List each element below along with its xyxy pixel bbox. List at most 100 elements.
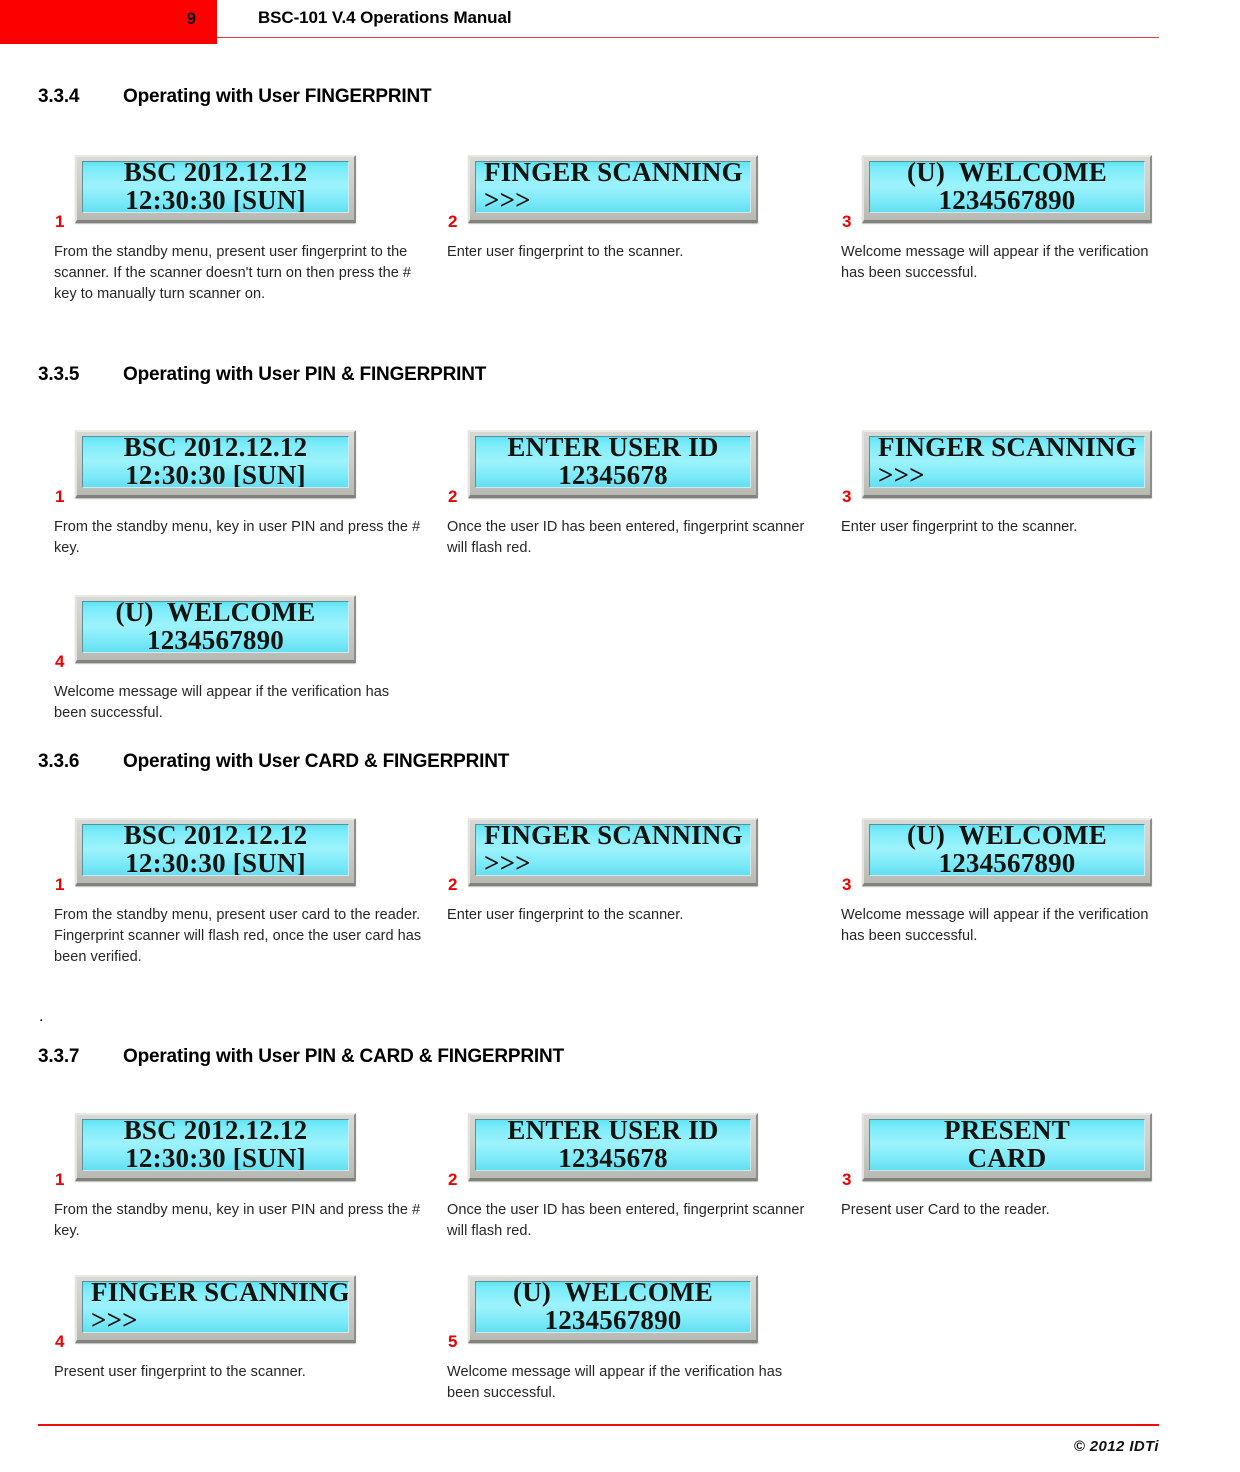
step-caption: Enter user fingerprint to the scanner.	[447, 907, 684, 923]
lcd-line-2: 12:30:30 [SUN]	[125, 1143, 306, 1171]
lcd-screen: FINGER SCANNING >>>	[475, 824, 751, 876]
step-caption: From the standby menu, present user card…	[54, 907, 422, 965]
lcd-line-2: 12:30:30 [SUN]	[125, 185, 306, 213]
lcd-line-1: (U) WELCOME	[115, 601, 316, 628]
step-item: (U) WELCOME 1234567890 4	[55, 595, 356, 671]
step-item: BSC 2012.12.12 12:30:30 [SUN] 1	[55, 155, 356, 231]
section-title: Operating with User FINGERPRINT	[123, 86, 432, 107]
step-item: FINGER SCANNING >>> 4	[55, 1275, 356, 1351]
step-caption: Welcome message will appear if the verif…	[841, 907, 1149, 944]
lcd-line-2: >>>	[484, 185, 531, 213]
lcd-display: FINGER SCANNING >>>	[468, 818, 758, 886]
section-number: 3.3.7	[38, 1046, 80, 1067]
lcd-line-2: CARD	[967, 1143, 1047, 1171]
section-heading-3-3-4: 3.3.4 Operating with User FINGERPRINT	[38, 86, 432, 108]
lcd-line-1: BSC 2012.12.12	[123, 161, 308, 188]
step-caption: Present user fingerprint to the scanner.	[54, 1364, 306, 1380]
step-item: ENTER USER ID 12345678 2	[448, 1113, 758, 1189]
lcd-screen: (U) WELCOME 1234567890	[869, 824, 1145, 876]
step-number: 2	[448, 487, 458, 506]
lcd-screen: FINGER SCANNING >>>	[475, 161, 751, 213]
stray-period: .	[39, 1008, 44, 1025]
step-item: (U) WELCOME 1234567890 5	[448, 1275, 758, 1351]
lcd-line-2: 1234567890	[544, 1305, 682, 1333]
lcd-screen: ENTER USER ID 12345678	[475, 1119, 751, 1171]
lcd-display: BSC 2012.12.12 12:30:30 [SUN]	[75, 818, 356, 886]
lcd-line-1: FINGER SCANNING	[484, 161, 743, 188]
lcd-display: (U) WELCOME 1234567890	[862, 155, 1152, 223]
step-caption: Welcome message will appear if the verif…	[447, 1364, 783, 1401]
step-number: 3	[842, 487, 852, 506]
step-number: 1	[55, 1170, 65, 1189]
lcd-display: (U) WELCOME 1234567890	[468, 1275, 758, 1343]
step-item: FINGER SCANNING >>> 3	[842, 430, 1152, 506]
step-caption: From the standby menu, present user fing…	[54, 244, 412, 302]
step-number: 3	[842, 212, 852, 231]
step-caption: Present user Card to the reader.	[841, 1202, 1050, 1218]
step-number: 2	[448, 1170, 458, 1189]
page-number: 9	[186, 9, 196, 28]
lcd-line-1: ENTER USER ID	[507, 436, 719, 463]
step-caption: Welcome message will appear if the verif…	[841, 244, 1149, 281]
step-caption: Once the user ID has been entered, finge…	[447, 1202, 805, 1239]
lcd-screen: ENTER USER ID 12345678	[475, 436, 751, 488]
lcd-line-1: FINGER SCANNING	[484, 824, 743, 851]
lcd-line-2: 12345678	[558, 460, 668, 488]
step-number: 1	[55, 212, 65, 231]
step-item: BSC 2012.12.12 12:30:30 [SUN] 1	[55, 818, 356, 894]
lcd-line-1: ENTER USER ID	[507, 1119, 719, 1146]
step-number: 2	[448, 875, 458, 894]
lcd-line-2: >>>	[91, 1305, 138, 1333]
page-header: 9 BSC-101 V.4 Operations Manual	[0, 0, 1240, 46]
lcd-screen: (U) WELCOME 1234567890	[475, 1281, 751, 1333]
step-item: FINGER SCANNING >>> 2	[448, 155, 758, 231]
lcd-line-2: 12345678	[558, 1143, 668, 1171]
section-number: 3.3.6	[38, 751, 80, 772]
step-number: 3	[842, 875, 852, 894]
section-heading-3-3-6: 3.3.6 Operating with User CARD & FINGERPR…	[38, 751, 509, 773]
step-item: (U) WELCOME 1234567890 3	[842, 155, 1152, 231]
page-title: BSC-101 V.4 Operations Manual	[258, 8, 512, 27]
step-number: 1	[55, 875, 65, 894]
lcd-line-1: (U) WELCOME	[907, 161, 1107, 188]
lcd-line-1: FINGER SCANNING	[91, 1281, 349, 1308]
lcd-line-1: BSC 2012.12.12	[123, 1119, 308, 1146]
lcd-screen: BSC 2012.12.12 12:30:30 [SUN]	[82, 824, 349, 876]
lcd-line-1: PRESENT	[944, 1119, 1070, 1146]
section-heading-3-3-5: 3.3.5 Operating with User PIN & FINGERPRI…	[38, 364, 486, 386]
lcd-display: FINGER SCANNING >>>	[75, 1275, 356, 1343]
lcd-line-2: 1234567890	[147, 625, 284, 653]
step-caption: From the standby menu, key in user PIN a…	[54, 519, 421, 556]
lcd-screen: PRESENT CARD	[869, 1119, 1145, 1171]
section-heading-3-3-7: 3.3.7 Operating with User PIN & CARD & FI…	[38, 1046, 564, 1068]
lcd-screen: FINGER SCANNING >>>	[869, 436, 1145, 488]
step-caption: Enter user fingerprint to the scanner.	[447, 244, 684, 260]
lcd-line-2: 12:30:30 [SUN]	[125, 460, 306, 488]
lcd-display: ENTER USER ID 12345678	[468, 1113, 758, 1181]
step-number: 5	[448, 1332, 458, 1351]
lcd-line-2: 12:30:30 [SUN]	[125, 848, 306, 876]
lcd-line-1: BSC 2012.12.12	[123, 436, 308, 463]
step-number: 1	[55, 487, 65, 506]
lcd-line-1: (U) WELCOME	[513, 1281, 713, 1308]
step-caption: Enter user fingerprint to the scanner.	[841, 519, 1078, 535]
step-item: BSC 2012.12.12 12:30:30 [SUN] 1	[55, 430, 356, 506]
section-title: Operating with User PIN & CARD & FINGERP…	[123, 1046, 564, 1067]
footer-divider	[38, 1424, 1159, 1426]
lcd-display: ENTER USER ID 12345678	[468, 430, 758, 498]
lcd-display: BSC 2012.12.12 12:30:30 [SUN]	[75, 1113, 356, 1181]
lcd-screen: BSC 2012.12.12 12:30:30 [SUN]	[82, 1119, 349, 1171]
step-caption: From the standby menu, key in user PIN a…	[54, 1202, 421, 1239]
lcd-screen: BSC 2012.12.12 12:30:30 [SUN]	[82, 161, 349, 213]
lcd-display: (U) WELCOME 1234567890	[862, 818, 1152, 886]
lcd-line-2: 1234567890	[938, 848, 1076, 876]
step-number: 2	[448, 212, 458, 231]
step-number: 4	[55, 1332, 65, 1351]
section-number: 3.3.4	[38, 86, 80, 107]
section-title: Operating with User PIN & FINGERPRINT	[123, 364, 487, 385]
section-number: 3.3.5	[38, 364, 80, 385]
lcd-display: FINGER SCANNING >>>	[468, 155, 758, 223]
lcd-line-1: BSC 2012.12.12	[123, 824, 308, 851]
lcd-display: (U) WELCOME 1234567890	[75, 595, 356, 663]
section-title: Operating with User CARD & FINGERPRINT	[123, 751, 510, 772]
